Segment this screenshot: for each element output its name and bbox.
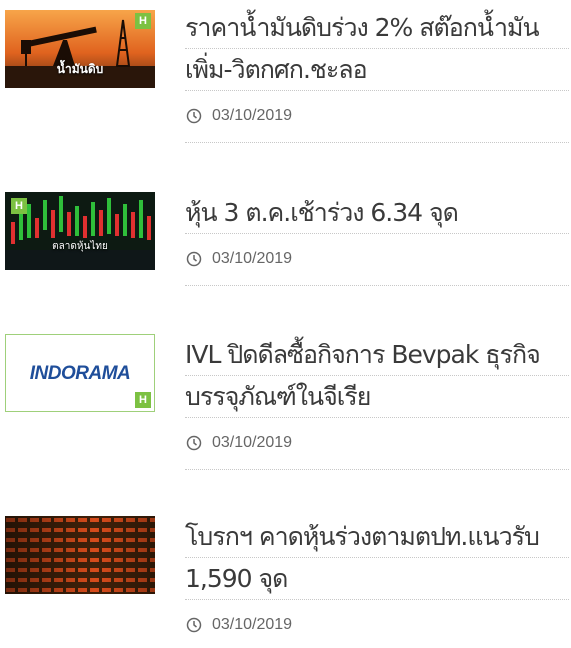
- news-title-line: โบรกฯ คาดหุ้นร่วงตามตปท.แนวรับ: [185, 516, 569, 558]
- news-content: หุ้น 3 ต.ค.เช้าร่วง 6.34 จุด 03/10/2019: [185, 192, 569, 286]
- thumbnail-caption: ตลาดหุ้นไทย: [52, 241, 108, 252]
- news-title-line: ราคาน้ำมันดิบร่วง 2% สต๊อกน้ำมัน: [185, 7, 569, 49]
- news-title-line: 1,590 จุด: [185, 558, 569, 600]
- clock-icon: [186, 617, 202, 633]
- news-meta: 03/10/2019: [185, 91, 569, 143]
- thumbnail-caption: น้ำมันดิบ: [56, 62, 104, 76]
- news-thumbnail[interactable]: H ตลาดหุ้นไทย: [5, 192, 155, 270]
- news-meta: 03/10/2019: [185, 234, 569, 286]
- news-content: IVL ปิดดีลซื้อกิจการ Bevpak ธุรกิจ บรรจุ…: [185, 334, 569, 470]
- publish-date: 03/10/2019: [212, 250, 293, 267]
- news-thumbnail[interactable]: [5, 516, 155, 594]
- publish-date: 03/10/2019: [212, 616, 293, 633]
- news-title-line: บรรจุภัณฑ์ในจีเรีย: [185, 376, 569, 418]
- stock-board-image: [5, 516, 155, 594]
- news-content: โบรกฯ คาดหุ้นร่วงตามตปท.แนวรับ 1,590 จุด…: [185, 516, 569, 648]
- news-thumbnail[interactable]: H น้ำมันดิบ: [5, 10, 155, 88]
- news-meta: 03/10/2019: [185, 600, 569, 648]
- hoon-badge-icon: H: [11, 198, 27, 214]
- clock-icon: [186, 435, 202, 451]
- hoon-badge-icon: H: [135, 13, 151, 29]
- hoon-badge-icon: H: [135, 392, 151, 408]
- news-meta: 03/10/2019: [185, 418, 569, 470]
- news-title-link[interactable]: IVL ปิดดีลซื้อกิจการ Bevpak ธุรกิจ บรรจุ…: [185, 334, 569, 418]
- stock-chart-image: [5, 192, 155, 270]
- news-list: H น้ำมันดิบ ราคาน้ำมันดิบร่วง 2% สต๊อกน้…: [0, 0, 571, 648]
- news-title-line: เพิ่ม-วิตกศก.ชะลอ: [185, 49, 569, 91]
- news-title-link[interactable]: หุ้น 3 ต.ค.เช้าร่วง 6.34 จุด: [185, 192, 569, 234]
- clock-icon: [186, 108, 202, 124]
- publish-date: 03/10/2019: [212, 107, 293, 124]
- news-title-line: IVL ปิดดีลซื้อกิจการ Bevpak ธุรกิจ: [185, 334, 569, 376]
- news-title-line: หุ้น 3 ต.ค.เช้าร่วง 6.34 จุด: [185, 192, 569, 234]
- news-title-link[interactable]: ราคาน้ำมันดิบร่วง 2% สต๊อกน้ำมัน เพิ่ม-ว…: [185, 7, 569, 91]
- indorama-logo: INDORAMA: [29, 363, 131, 384]
- news-content: ราคาน้ำมันดิบร่วง 2% สต๊อกน้ำมัน เพิ่ม-ว…: [185, 7, 569, 143]
- clock-icon: [186, 251, 202, 267]
- news-thumbnail[interactable]: INDORAMA H: [5, 334, 155, 412]
- news-title-link[interactable]: โบรกฯ คาดหุ้นร่วงตามตปท.แนวรับ 1,590 จุด: [185, 516, 569, 600]
- publish-date: 03/10/2019: [212, 434, 293, 451]
